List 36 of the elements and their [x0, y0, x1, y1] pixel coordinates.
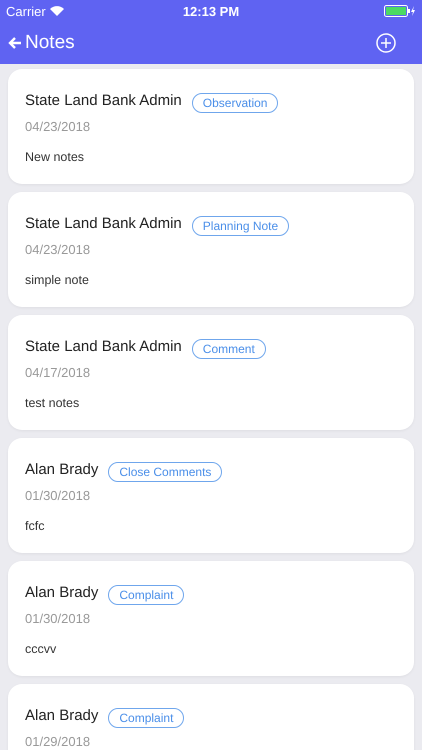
note-author: Alan Brady	[25, 706, 98, 724]
note-tag: Close Comments	[108, 462, 222, 482]
note-date: 04/17/2018	[25, 365, 92, 380]
note-author: Alan Brady	[25, 584, 98, 600]
wifi-icon	[50, 6, 64, 16]
note-tag: Comment	[192, 339, 266, 359]
note-date: 04/23/2018	[25, 242, 92, 257]
note-text: simple note	[25, 273, 90, 287]
carrier-name: Carrier	[6, 4, 46, 18]
back-arrow-icon[interactable]	[8, 36, 22, 50]
note-author: State Land Bank Admin	[25, 338, 182, 354]
note-author: State Land Bank Admin	[25, 92, 182, 108]
note-author: Alan Brady	[25, 460, 98, 478]
note-text: fcfc	[25, 519, 46, 533]
note-card[interactable]: Alan Brady Close Comments 01/30/2018 fcfc	[8, 438, 414, 553]
note-text: New notes	[25, 150, 86, 164]
status-time: 12:13 PM	[182, 4, 240, 18]
note-tag: Complaint	[108, 708, 184, 728]
note-text: cccvv	[25, 642, 58, 656]
add-icon[interactable]	[376, 33, 396, 53]
note-card[interactable]: State Land Bank Admin Observation 04/23/2018 New notes	[8, 69, 414, 184]
note-date: 01/30/2018	[25, 611, 92, 626]
note-card[interactable]: Alan Brady Complaint 01/30/2018 cccvv	[8, 561, 414, 676]
battery-icon	[384, 5, 416, 17]
note-card[interactable]: Alan Brady Complaint 01/29/2018	[8, 684, 414, 750]
note-tag: Observation	[192, 93, 278, 113]
note-card[interactable]: State Land Bank Admin Comment 04/17/2018 test notes	[8, 315, 414, 430]
note-date: 01/29/2018	[25, 734, 92, 749]
note-tag: Complaint	[108, 585, 184, 605]
note-author: State Land Bank Admin	[25, 214, 182, 232]
note-card[interactable]: State Land Bank Admin Planning Note 04/23/2018 simple note	[8, 192, 414, 307]
note-text: test notes	[25, 396, 80, 410]
note-date: 04/23/2018	[25, 119, 92, 134]
note-date: 01/30/2018	[25, 488, 92, 503]
screen-title: Notes	[25, 32, 75, 54]
note-tag: Planning Note	[192, 216, 290, 236]
